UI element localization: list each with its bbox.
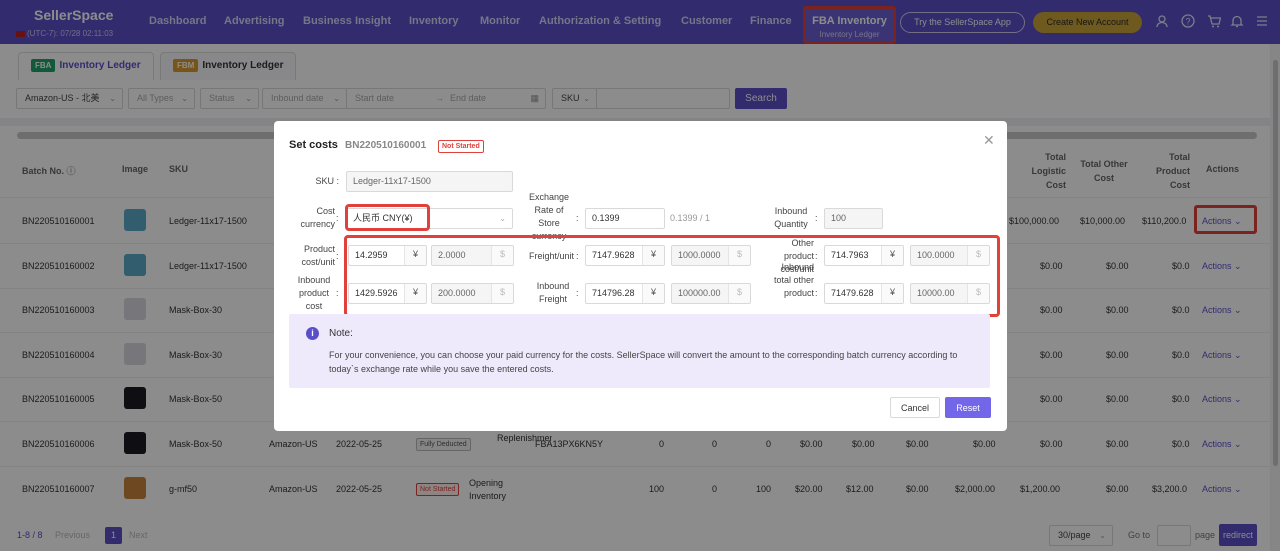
close-icon[interactable]: ✕ — [983, 132, 995, 149]
sku-label-text: SKU — [315, 176, 334, 186]
note-panel: i Note: For your convenience, you can ch… — [289, 314, 990, 388]
cancel-button[interactable]: Cancel — [890, 397, 940, 418]
chevron-down-icon: ⌄ — [499, 214, 506, 223]
sku-field: Ledger-11x17-1500 — [346, 171, 513, 192]
inbound-qty-field: 100 — [824, 208, 883, 229]
exchange-rate-hint: 0.1399 / 1 — [670, 213, 711, 223]
colon: : — [336, 251, 339, 261]
cost-currency-label: Cost currency — [300, 206, 335, 229]
modal-title: Set costs — [289, 139, 338, 151]
inbound-qty-label: Inbound Quantity — [774, 206, 808, 229]
product-cost-label: Product cost/unit — [301, 244, 335, 267]
colon: : — [336, 213, 339, 223]
set-costs-modal: Set costs BN220510160001 Not Started ✕ S… — [274, 121, 1007, 431]
inbound-product-label: Inbound product cost — [297, 275, 331, 311]
note-text: For your convenience, you can choose you… — [329, 350, 958, 374]
colon: : — [815, 213, 818, 223]
colon: : — [336, 288, 339, 298]
reset-button[interactable]: Reset — [945, 397, 991, 418]
cost-inputs-highlight — [344, 235, 1000, 317]
note-title: Note: — [329, 328, 353, 339]
sku-label: SKU : — [315, 176, 339, 186]
modal-status-badge: Not Started — [438, 140, 484, 153]
currency-highlight — [345, 204, 430, 231]
modal-batch-no: BN220510160001 — [345, 140, 427, 151]
info-icon: i — [306, 327, 319, 340]
colon: : — [576, 213, 579, 223]
exchange-rate-input[interactable]: 0.1399 — [585, 208, 665, 229]
